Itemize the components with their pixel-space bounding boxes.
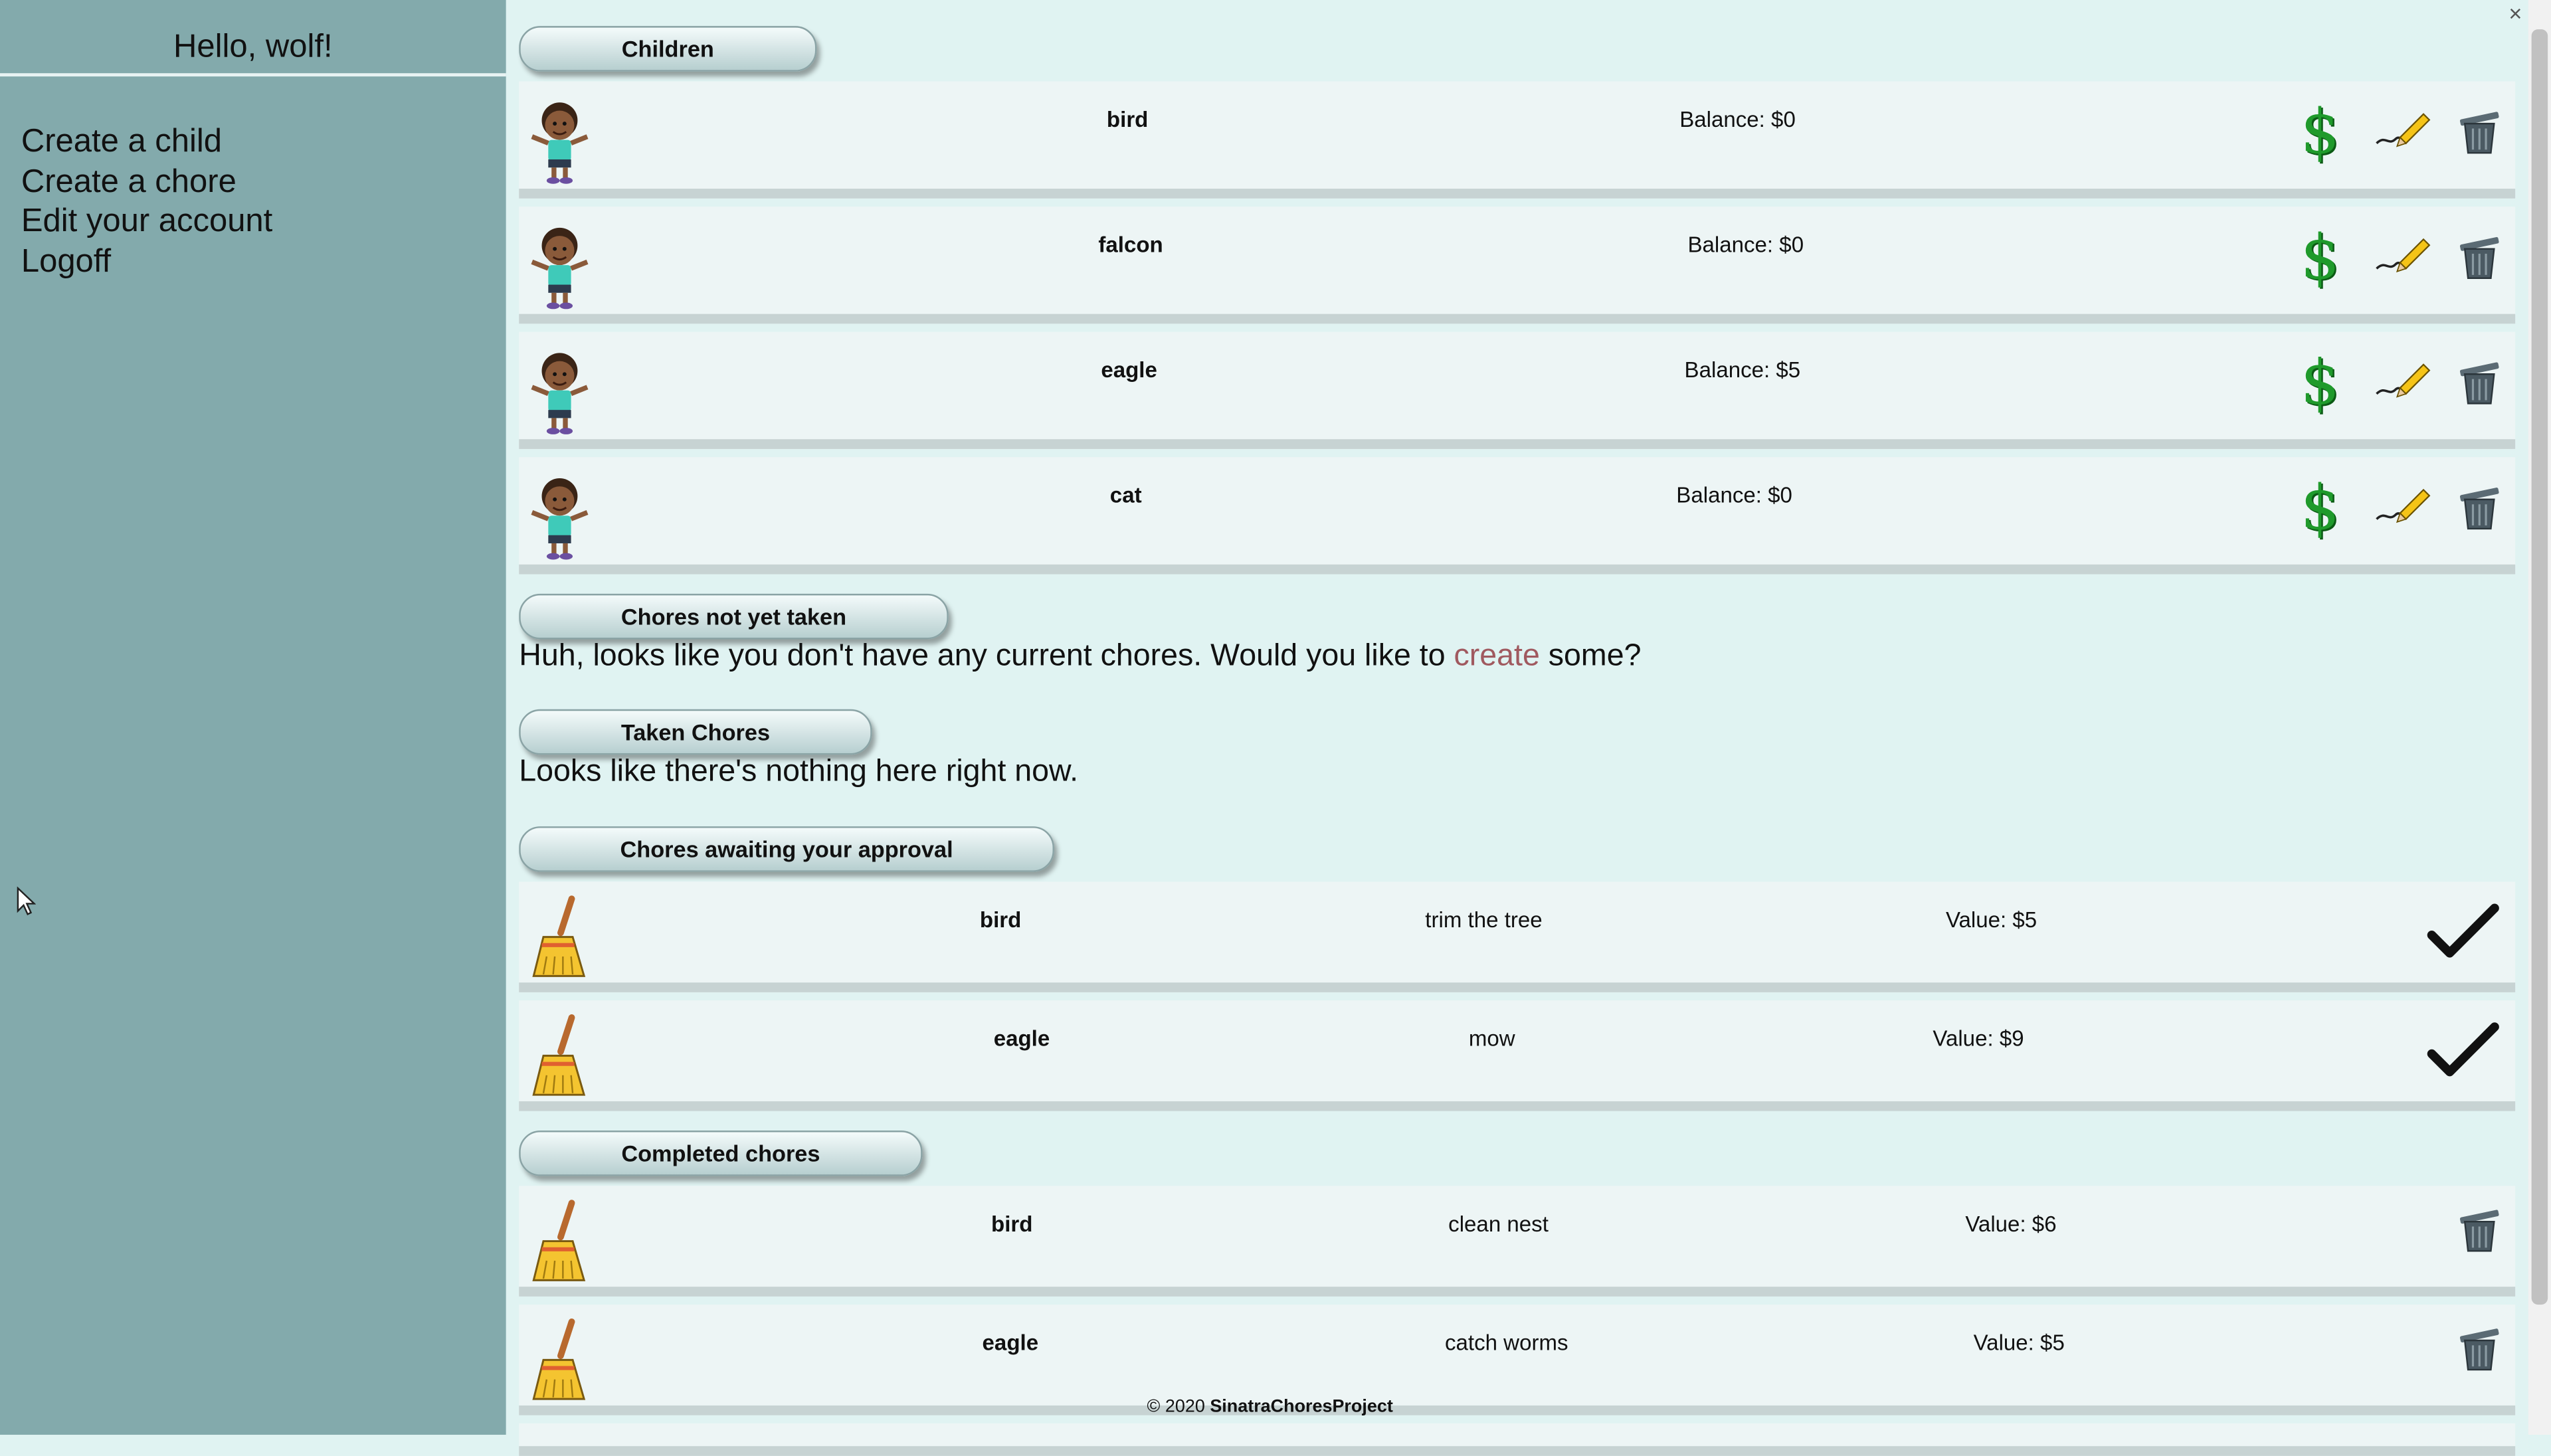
- create-chore-link[interactable]: create: [1454, 639, 1540, 673]
- section-children-button[interactable]: Children: [519, 26, 817, 72]
- chore-value: Value: $5: [1973, 1330, 2065, 1356]
- broom-icon: [527, 1196, 592, 1287]
- sidebar-item-edit-account[interactable]: Edit your account: [21, 202, 272, 242]
- child-balance: Balance: $5: [1684, 357, 1801, 383]
- child-card: cat Balance: $0 $: [519, 457, 2516, 575]
- sidebar: Hello, wolf! Create a child Create a cho…: [0, 0, 506, 1435]
- chore-name: trim the tree: [1425, 907, 1543, 933]
- dollar-icon[interactable]: $: [2301, 101, 2340, 163]
- app-window: Hello, wolf! Create a child Create a cho…: [0, 0, 2551, 1456]
- no-chores-text: Huh, looks like you don't have any curre…: [519, 639, 1454, 674]
- awaiting-chore-card: bird trim the tree Value: $5: [519, 881, 2516, 992]
- mouse-cursor-icon: [17, 886, 36, 916]
- completed-chore-card: bird clean nest Value: $6: [519, 1186, 2516, 1297]
- copyright-text: © 2020: [1147, 1397, 1210, 1417]
- child-balance: Balance: $0: [1679, 107, 1796, 132]
- child-avatar-icon: [527, 470, 592, 561]
- chore-name: clean nest: [1448, 1212, 1549, 1237]
- pencil-icon[interactable]: [2374, 358, 2432, 404]
- pencil-icon[interactable]: [2374, 232, 2432, 278]
- no-chores-suffix: some?: [1539, 639, 1642, 674]
- child-name: eagle: [1101, 357, 1157, 383]
- pencil-icon[interactable]: [2374, 483, 2432, 529]
- footer: © 2020 SinatraChoresProject: [1147, 1398, 1393, 1417]
- child-avatar-icon: [527, 345, 592, 436]
- trash-can-icon[interactable]: [2455, 232, 2504, 281]
- close-icon[interactable]: ×: [2508, 0, 2522, 26]
- sidebar-item-create-child[interactable]: Create a child: [21, 122, 272, 162]
- child-card: falcon Balance: $0 $: [519, 207, 2516, 324]
- chore-child-name: bird: [979, 907, 1022, 933]
- broom-icon: [527, 1315, 592, 1406]
- child-name: falcon: [1098, 232, 1163, 257]
- child-name: cat: [1109, 483, 1142, 508]
- chore-name: mow: [1468, 1026, 1515, 1051]
- awaiting-chore-card: eagle mow Value: $9: [519, 1000, 2516, 1111]
- check-mark-icon[interactable]: [2425, 1020, 2501, 1082]
- section-not-taken-button[interactable]: Chores not yet taken: [519, 593, 949, 640]
- main-content: Children bird Balance: $0 $ falcon Balan…: [506, 0, 2528, 1456]
- chore-child-name: eagle: [993, 1026, 1050, 1051]
- trash-can-icon[interactable]: [2455, 108, 2504, 156]
- dollar-icon[interactable]: $: [2301, 477, 2340, 539]
- chore-child-name: eagle: [982, 1330, 1039, 1356]
- no-chores-message: Huh, looks like you don't have any curre…: [519, 639, 1641, 675]
- trash-can-icon[interactable]: [2455, 1324, 2504, 1372]
- broom-icon: [527, 891, 592, 982]
- dollar-icon[interactable]: $: [2301, 226, 2340, 288]
- pencil-icon[interactable]: [2374, 108, 2432, 153]
- greeting-text: Hello, wolf!: [173, 29, 333, 65]
- child-balance: Balance: $0: [1687, 232, 1804, 257]
- scrollbar-thumb[interactable]: [2531, 29, 2548, 1305]
- child-name: bird: [1106, 107, 1149, 132]
- chore-value: Value: $9: [1933, 1026, 2024, 1051]
- sidebar-item-create-chore[interactable]: Create a chore: [21, 162, 272, 202]
- child-balance: Balance: $0: [1676, 483, 1792, 508]
- section-taken-button[interactable]: Taken Chores: [519, 709, 872, 755]
- trash-can-icon[interactable]: [2455, 358, 2504, 407]
- chore-name: catch worms: [1444, 1330, 1568, 1356]
- chore-value: Value: $5: [1945, 907, 2037, 933]
- chore-value: Value: $6: [1965, 1212, 2057, 1237]
- sidebar-menu: Create a child Create a chore Edit your …: [21, 122, 272, 282]
- vertical-scrollbar[interactable]: [2528, 0, 2551, 1435]
- broom-icon: [527, 1010, 592, 1101]
- section-completed-button[interactable]: Completed chores: [519, 1131, 923, 1176]
- sidebar-item-logoff[interactable]: Logoff: [21, 242, 272, 282]
- chore-child-name: bird: [991, 1212, 1033, 1237]
- section-awaiting-button[interactable]: Chores awaiting your approval: [519, 826, 1054, 872]
- child-card: bird Balance: $0 $: [519, 81, 2516, 199]
- trash-can-icon[interactable]: [2455, 1206, 2504, 1254]
- nothing-taken-message: Looks like there's nothing here right no…: [519, 755, 1079, 789]
- child-card: eagle Balance: $5 $: [519, 331, 2516, 449]
- completed-chore-card-partial: [519, 1423, 2516, 1456]
- trash-can-icon[interactable]: [2455, 483, 2504, 531]
- project-name: SinatraChoresProject: [1210, 1397, 1393, 1417]
- child-avatar-icon: [527, 220, 592, 311]
- child-avatar-icon: [527, 94, 592, 185]
- completed-chore-card: eagle catch worms Value: $5: [519, 1305, 2516, 1415]
- dollar-icon[interactable]: $: [2301, 351, 2340, 413]
- greeting-divider: [0, 73, 506, 77]
- check-mark-icon[interactable]: [2425, 901, 2501, 963]
